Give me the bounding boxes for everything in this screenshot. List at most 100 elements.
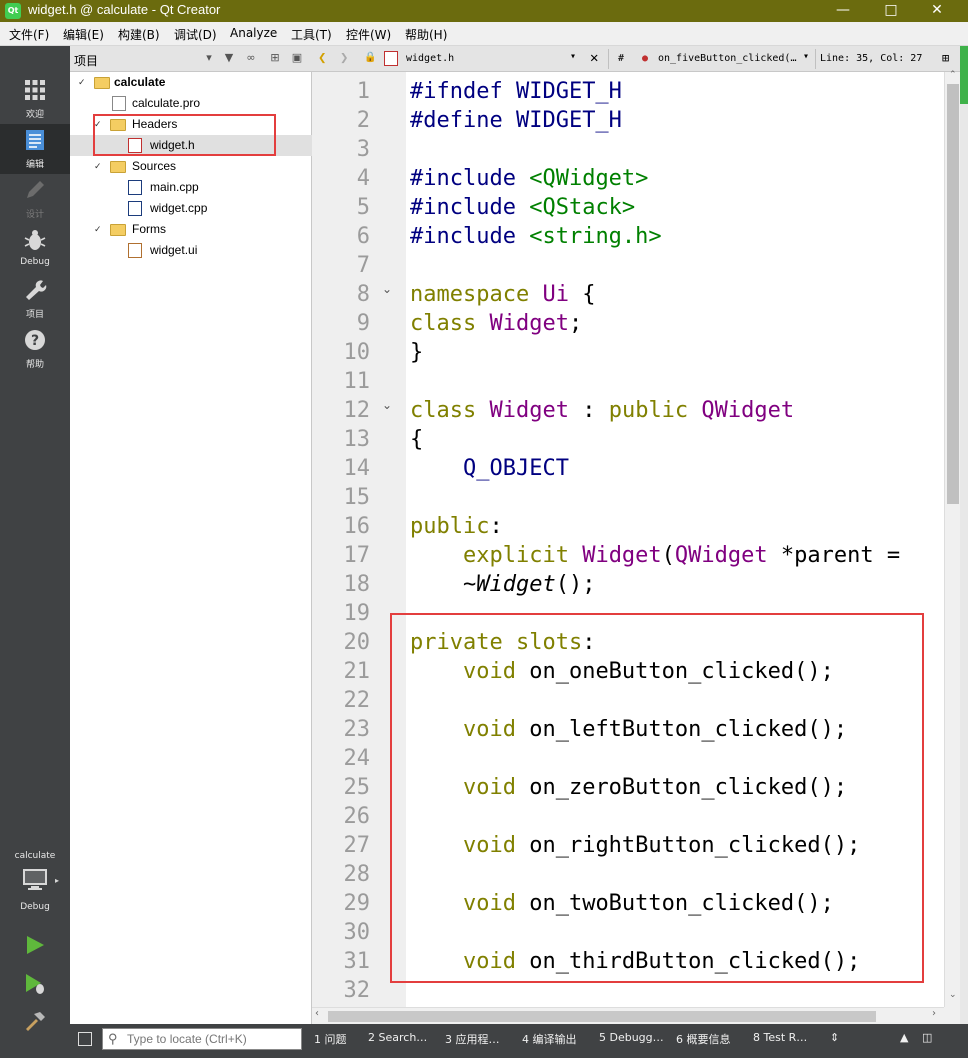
fold-arrow-icon[interactable]: ⌄ <box>382 275 392 304</box>
output-tab-debugger[interactable]: 5 Debugg… <box>599 1031 664 1044</box>
search-icon: ⚲ <box>108 1031 118 1046</box>
close-file-icon[interactable]: ✕ <box>590 50 598 66</box>
bug-icon <box>24 230 46 250</box>
menu-debug[interactable]: 调试(D) <box>174 26 217 43</box>
line-number: 21 <box>343 659 371 684</box>
vertical-scrollbar[interactable]: ⌃ ⌄ <box>944 70 960 1007</box>
pane-layout-icon[interactable]: ◫ <box>922 1031 932 1044</box>
file-dropdown-icon[interactable]: ▾ <box>570 51 576 62</box>
scroll-left-icon[interactable]: ‹ <box>315 1008 319 1019</box>
line-number: 28 <box>343 862 371 887</box>
grid-icon <box>25 80 45 100</box>
code-line-8: namespace Ui { <box>410 282 596 307</box>
build-hammer-icon[interactable] <box>24 1010 46 1032</box>
menu-edit[interactable]: 编辑(E) <box>63 26 104 43</box>
vertical-scrollbar-thumb[interactable] <box>947 84 959 504</box>
mode-edit[interactable]: 编辑 <box>0 124 70 174</box>
title-bar: Qt widget.h @ calculate - Qt Creator — □… <box>0 0 968 22</box>
mode-welcome[interactable]: 欢迎 <box>0 74 70 124</box>
debug-run-icon[interactable] <box>24 972 48 996</box>
open-file-name[interactable]: widget.h <box>406 53 454 64</box>
tree-item-widget-cpp-label: widget.cpp <box>150 201 208 215</box>
line-number: 30 <box>343 920 371 945</box>
mode-help-label: 帮助 <box>25 360 44 370</box>
tree-folder-forms[interactable]: ✓ Forms <box>70 219 312 240</box>
mode-projects[interactable]: 项目 <box>0 274 70 324</box>
document-icon <box>26 130 44 150</box>
link-icon[interactable]: ∞ <box>244 51 258 65</box>
split-icon[interactable]: ⊞ <box>268 51 282 65</box>
line-number: 10 <box>343 340 371 365</box>
code-line-10: } <box>410 340 424 365</box>
line-number: 7 <box>356 253 370 278</box>
pencil-icon <box>27 181 44 198</box>
tree-item-widget-cpp[interactable]: widget.cpp <box>70 198 312 219</box>
locator-input[interactable]: ⚲ Type to locate (Ctrl+K) <box>102 1028 302 1050</box>
mode-debug[interactable]: Debug <box>0 224 70 274</box>
kit-selector[interactable]: calculate ▸ Debug <box>0 846 70 916</box>
cpp-file-icon <box>128 180 142 195</box>
mode-help[interactable]: ? 帮助 <box>0 324 70 374</box>
menu-analyze[interactable]: Analyze <box>230 26 277 40</box>
scroll-right-icon[interactable]: › <box>932 1008 936 1019</box>
run-icon[interactable] <box>24 934 46 956</box>
code-line-12: class Widget : public QWidget <box>410 398 795 423</box>
tree-root-calculate[interactable]: ✓ calculate <box>70 72 312 93</box>
line-number: 25 <box>343 775 371 800</box>
maximize-icon[interactable]: □ <box>868 0 914 22</box>
line-number: 32 <box>343 978 371 1003</box>
scroll-up-icon[interactable]: ⌃ <box>949 70 957 80</box>
line-number: 15 <box>343 485 371 510</box>
tree-folder-sources[interactable]: ✓ Sources <box>70 156 312 177</box>
cursor-position[interactable]: Line: 35, Col: 27 <box>820 53 922 64</box>
filter-icon[interactable]: ▼ <box>222 51 236 65</box>
line-number: 12 <box>343 398 371 423</box>
panes-arrows-icon[interactable]: ⇕ <box>830 1031 839 1044</box>
horizontal-scrollbar[interactable]: ‹ › <box>312 1007 944 1023</box>
output-tab-general[interactable]: 6 概要信息 <box>676 1031 731 1047</box>
monitor-icon <box>23 869 47 890</box>
toggle-sidebar-icon[interactable] <box>78 1032 92 1046</box>
output-tab-compile[interactable]: 4 编译输出 <box>522 1031 577 1047</box>
code-line-5: #include <QStack> <box>410 195 636 220</box>
expand-pane-icon[interactable]: ▲ <box>900 1031 908 1044</box>
symbol-icon: ● <box>642 53 649 64</box>
back-arrow-icon[interactable]: ❮ <box>318 50 326 66</box>
minimize-icon[interactable]: — <box>820 0 866 22</box>
tree-item-main-cpp[interactable]: main.cpp <box>70 177 312 198</box>
horizontal-scrollbar-thumb[interactable] <box>328 1011 876 1022</box>
toolbar-separator <box>815 49 816 69</box>
menu-controls[interactable]: 控件(W) <box>346 26 391 43</box>
menu-build[interactable]: 构建(B) <box>118 26 160 43</box>
line-number: 26 <box>343 804 371 829</box>
tree-item-widget-ui[interactable]: widget.ui <box>70 240 312 261</box>
forward-arrow-icon[interactable]: ❯ <box>340 50 348 66</box>
expanded-arrow-icon: ✓ <box>94 161 102 171</box>
menu-tools[interactable]: 工具(T) <box>291 26 332 43</box>
scroll-down-icon[interactable]: ⌄ <box>949 990 957 1000</box>
line-number: 9 <box>356 311 370 336</box>
project-pane-toolbar: 项目 ▾ ▼ ∞ ⊞ ▣ <box>70 46 312 72</box>
close-icon[interactable]: ✕ <box>914 0 960 22</box>
symbol-dropdown-icon[interactable]: ▾ <box>803 51 809 62</box>
mode-design[interactable]: 设计 <box>0 174 70 224</box>
close-pane-icon[interactable]: ▣ <box>290 51 304 65</box>
project-tree: ✓ calculate calculate.pro ✓ Headers widg… <box>70 72 312 1024</box>
split-editor-icon[interactable]: ⊞ <box>942 51 949 65</box>
output-tab-test-results[interactable]: 8 Test R… <box>753 1031 807 1044</box>
code-editor[interactable]: 1 2 3 4 5 6 7 8 9 10 11 12 13 14 15 16 17 18 19 20 21 22 23 24 2… <box>312 72 944 1007</box>
output-tab-issues[interactable]: 1 问题 <box>314 1031 347 1047</box>
fold-arrow-icon[interactable]: ⌄ <box>382 391 392 420</box>
output-tab-app-output[interactable]: 3 应用程… <box>445 1031 500 1047</box>
qt-icon: Qt <box>5 3 21 19</box>
menu-help[interactable]: 帮助(H) <box>405 26 447 43</box>
hash-label: # <box>618 53 625 64</box>
tree-item-pro[interactable]: calculate.pro <box>70 93 312 114</box>
view-dropdown-icon[interactable]: ▾ <box>202 51 216 65</box>
output-tab-search[interactable]: 2 Search… <box>368 1031 427 1044</box>
line-number: 11 <box>343 369 371 394</box>
line-number: 31 <box>343 949 371 974</box>
symbol-selector[interactable]: on_fiveButton_clicked(… <box>658 53 796 64</box>
menu-file[interactable]: 文件(F) <box>9 26 49 43</box>
kit-arrow-icon: ▸ <box>55 876 60 885</box>
